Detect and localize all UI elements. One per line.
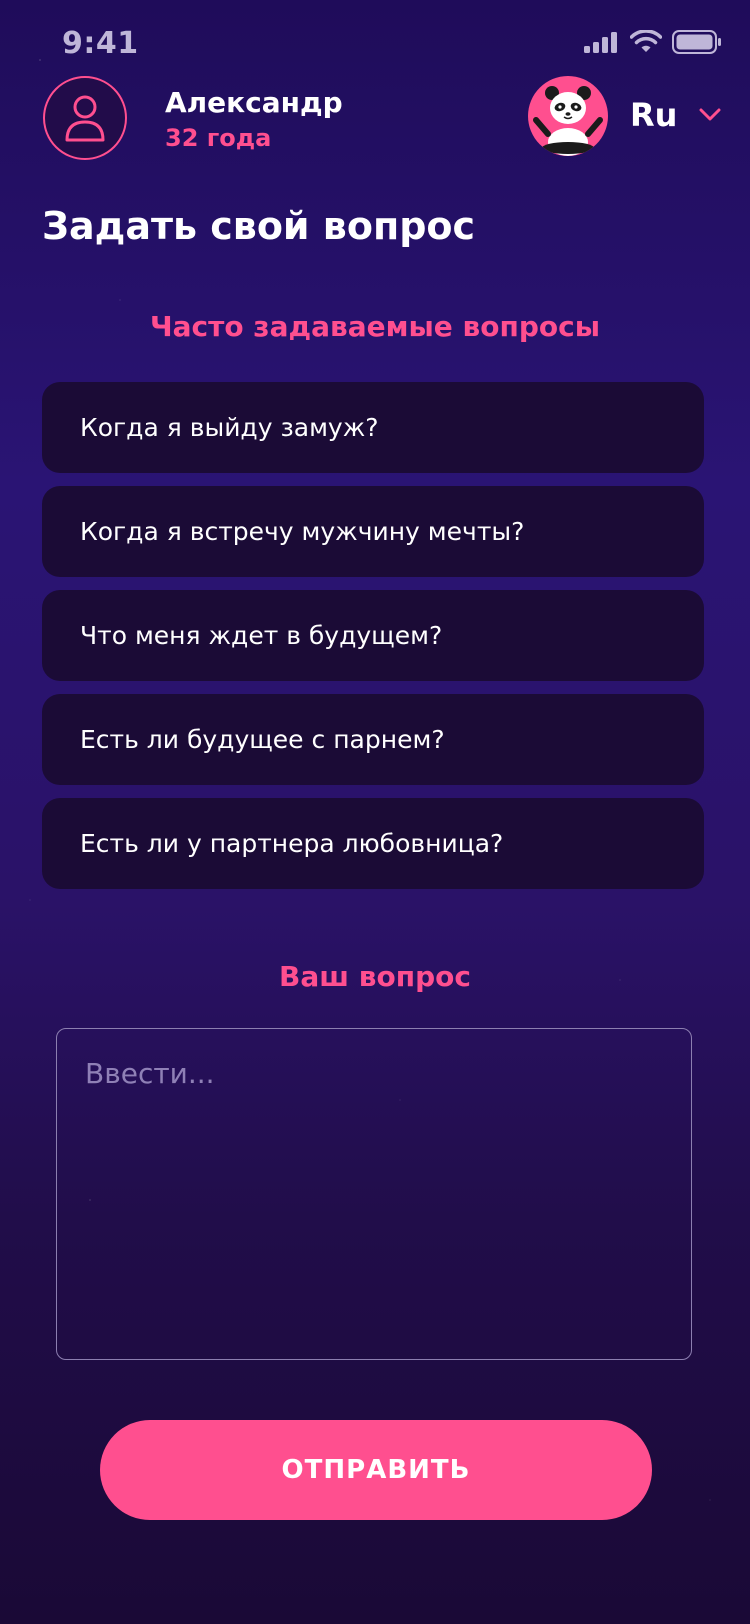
- profile-name: Александр: [165, 86, 343, 119]
- page-title: Задать свой вопрос: [42, 204, 476, 248]
- panda-avatar[interactable]: [528, 76, 608, 156]
- user-icon: [65, 95, 105, 142]
- panda-icon: [533, 86, 603, 156]
- faq-item[interactable]: Когда я выйду замуж?: [42, 382, 704, 473]
- wifi-icon: [630, 30, 662, 52]
- cellular-signal-icon: [584, 32, 617, 53]
- status-icons: [584, 30, 722, 54]
- faq-heading: Часто задаваемые вопросы: [149, 310, 601, 343]
- faq-list: Когда я выйду замуж? Когда я встречу муж…: [42, 382, 704, 889]
- faq-item[interactable]: Что меня ждет в будущем?: [42, 590, 704, 681]
- faq-item[interactable]: Когда я встречу мужчину мечты?: [42, 486, 704, 577]
- faq-item[interactable]: Есть ли у партнера любовница?: [42, 798, 704, 889]
- status-time: 9:41: [62, 26, 139, 61]
- profile-avatar[interactable]: [43, 76, 127, 160]
- status-bar: 9:41: [0, 0, 750, 90]
- language-selector[interactable]: Ru: [630, 96, 721, 134]
- language-label: Ru: [630, 96, 678, 134]
- profile-age: 32 года: [165, 124, 272, 152]
- battery-icon: [672, 30, 721, 54]
- submit-button[interactable]: ОТПРАВИТЬ: [100, 1420, 652, 1520]
- question-heading: Ваш вопрос: [279, 960, 471, 993]
- chevron-down-icon: [699, 108, 721, 121]
- faq-item[interactable]: Есть ли будущее с парнем?: [42, 694, 704, 785]
- question-input[interactable]: [56, 1028, 692, 1360]
